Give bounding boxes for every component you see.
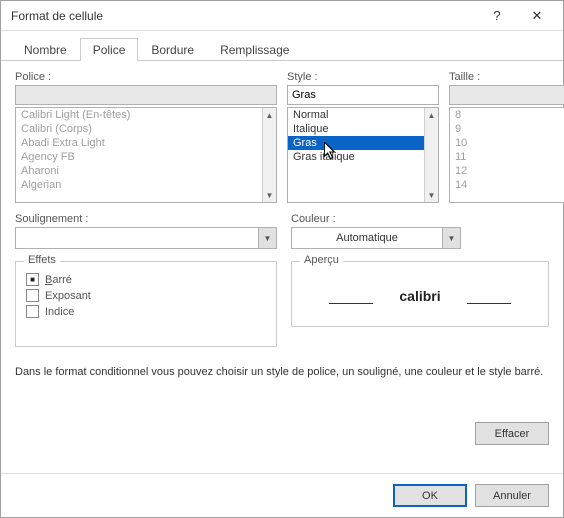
- scroll-up-icon[interactable]: ▲: [263, 108, 276, 122]
- tab-remplissage[interactable]: Remplissage: [207, 38, 302, 61]
- couleur-combo[interactable]: Automatique ▼: [291, 227, 461, 249]
- effacer-button[interactable]: Effacer: [475, 422, 549, 445]
- exposant-checkbox-row[interactable]: Exposant: [26, 289, 266, 302]
- scrollbar[interactable]: ▲ ▼: [424, 108, 438, 202]
- list-item[interactable]: Italique: [288, 122, 424, 136]
- close-button[interactable]: ✕: [517, 1, 557, 31]
- list-item[interactable]: 10: [450, 136, 564, 150]
- tab-police[interactable]: Police: [80, 38, 139, 61]
- soulignement-label: Soulignement :: [15, 213, 277, 225]
- preview-text: calibri: [383, 288, 456, 304]
- list-item[interactable]: 14: [450, 178, 564, 192]
- couleur-label: Couleur :: [291, 213, 549, 225]
- format-cell-dialog: Format de cellule ? ✕ Nombre Police Bord…: [0, 0, 564, 518]
- list-item[interactable]: Gras italique: [288, 150, 424, 164]
- chevron-down-icon[interactable]: ▼: [442, 228, 460, 248]
- police-input[interactable]: [15, 85, 277, 105]
- list-item[interactable]: Gras: [288, 136, 424, 150]
- apercu-title: Aperçu: [300, 254, 343, 266]
- couleur-value: Automatique: [292, 232, 442, 244]
- list-item[interactable]: Abadi Extra Light: [16, 136, 262, 150]
- effets-group: Effets Barré Exposant Indice: [15, 261, 277, 347]
- info-text: Dans le format conditionnel vous pouvez …: [15, 365, 549, 380]
- style-listbox[interactable]: Normal Italique Gras Gras italique ▲ ▼: [287, 107, 439, 203]
- titlebar: Format de cellule ? ✕: [1, 1, 563, 31]
- apercu-group: Aperçu calibri: [291, 261, 549, 327]
- taille-listbox[interactable]: 8 9 10 11 12 14 ▲ ▼: [449, 107, 564, 203]
- scrollbar[interactable]: ▲ ▼: [262, 108, 276, 202]
- tabstrip: Nombre Police Bordure Remplissage: [1, 31, 563, 61]
- police-listbox[interactable]: Calibri Light (En-têtes) Calibri (Corps)…: [15, 107, 277, 203]
- indice-checkbox-row[interactable]: Indice: [26, 305, 266, 318]
- preview-line-icon: [467, 303, 511, 304]
- dialog-title: Format de cellule: [11, 9, 477, 23]
- taille-label: Taille :: [449, 71, 564, 83]
- style-label: Style :: [287, 71, 439, 83]
- list-item[interactable]: 12: [450, 164, 564, 178]
- cancel-button[interactable]: Annuler: [475, 484, 549, 507]
- taille-input[interactable]: [449, 85, 564, 105]
- scroll-down-icon[interactable]: ▼: [263, 188, 276, 202]
- list-item[interactable]: 8: [450, 108, 564, 122]
- scroll-down-icon[interactable]: ▼: [425, 188, 438, 202]
- list-item[interactable]: 9: [450, 122, 564, 136]
- scroll-up-icon[interactable]: ▲: [425, 108, 438, 122]
- checkbox-icon[interactable]: [26, 273, 39, 286]
- help-button[interactable]: ?: [477, 1, 517, 31]
- list-item[interactable]: Aharoni: [16, 164, 262, 178]
- preview-line-icon: [329, 303, 373, 304]
- barre-checkbox-row[interactable]: Barré: [26, 273, 266, 286]
- soulignement-combo[interactable]: ▼: [15, 227, 277, 249]
- list-item[interactable]: Calibri (Corps): [16, 122, 262, 136]
- list-item[interactable]: Calibri Light (En-têtes): [16, 108, 262, 122]
- tab-bordure[interactable]: Bordure: [138, 38, 207, 61]
- effets-title: Effets: [24, 254, 60, 266]
- ok-button[interactable]: OK: [393, 484, 467, 507]
- police-label: Police :: [15, 71, 277, 83]
- list-item[interactable]: Normal: [288, 108, 424, 122]
- style-input[interactable]: [287, 85, 439, 105]
- chevron-down-icon[interactable]: ▼: [258, 228, 276, 248]
- tab-nombre[interactable]: Nombre: [11, 38, 80, 61]
- list-item[interactable]: 11: [450, 150, 564, 164]
- list-item[interactable]: Agency FB: [16, 150, 262, 164]
- dialog-footer: OK Annuler: [1, 473, 563, 517]
- checkbox-icon[interactable]: [26, 305, 39, 318]
- checkbox-icon[interactable]: [26, 289, 39, 302]
- list-item[interactable]: Algerian: [16, 178, 262, 192]
